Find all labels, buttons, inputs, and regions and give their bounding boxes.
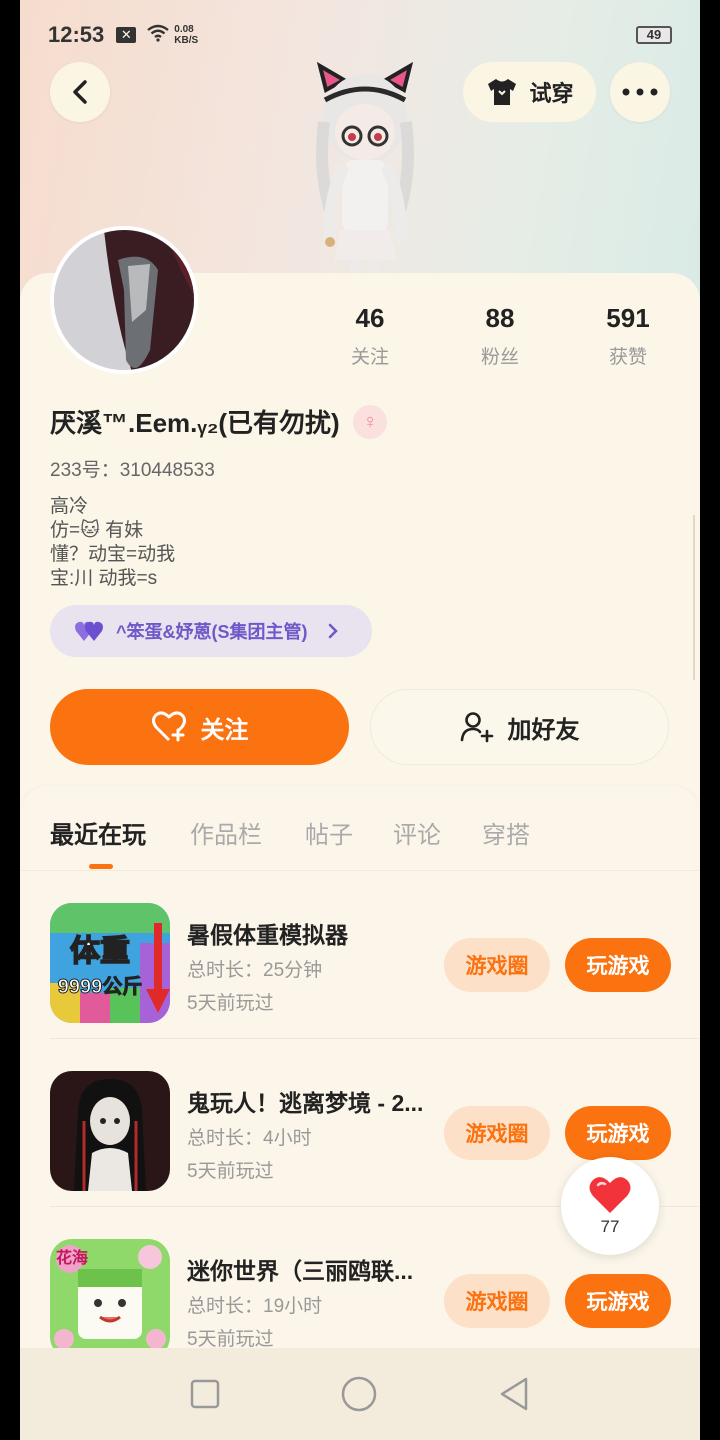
try-on-label: 试穿	[529, 81, 574, 106]
recent-apps-button[interactable]	[190, 1379, 220, 1409]
game-icon-text: 9999公斤	[58, 975, 143, 998]
battery-icon: 49	[636, 26, 672, 44]
game-icon: 花海	[50, 1239, 170, 1359]
play-game-button[interactable]: 玩游戏	[565, 1106, 671, 1160]
likes-count: 591	[606, 303, 650, 333]
like-button[interactable]: 77	[561, 1157, 659, 1255]
bio-line: 仿=🐱 有妹	[50, 520, 144, 541]
likes-label: 获赞	[608, 347, 647, 368]
chevron-right-icon	[328, 623, 338, 639]
tab-recent-games[interactable]: 最近在玩	[50, 815, 146, 850]
more-dots-icon	[622, 88, 658, 96]
follow-label: 关注	[200, 716, 249, 744]
game-row[interactable]: 体重 9999公斤 暑假体重模拟器 总时长：25分钟 5天前玩过 游戏圈 玩游戏	[20, 871, 700, 1039]
tab-works[interactable]: 作品栏	[190, 815, 262, 850]
game-last-played: 5天前玩过	[187, 1161, 274, 1182]
profile-name: 厌溪™.Eem.ᵧ₂(已有勿扰)	[50, 408, 340, 438]
game-duration: 总时长：4小时	[187, 1128, 312, 1149]
tab-indicator	[89, 864, 113, 869]
profile-screen: 12:53 ✕ 0.08 KB/S 49 试穿 46 关注 88 粉丝 591 …	[20, 0, 700, 1440]
group-label: ^笨蛋&妤蒽(S集团主管)	[116, 622, 308, 642]
profile-bio: 高冷 仿=🐱 有妹 懂？动宝=动我 宝:川 动我=s	[50, 495, 175, 591]
group-link[interactable]: ^笨蛋&妤蒽(S集团主管)	[50, 605, 372, 657]
followers-label: 粉丝	[480, 347, 519, 368]
avatar-character[interactable]	[300, 60, 430, 275]
net-speed-value: 0.08	[174, 24, 194, 35]
shirt-icon	[488, 79, 517, 105]
play-game-button[interactable]: 玩游戏	[565, 1274, 671, 1328]
game-title: 鬼玩人！逃离梦境 - 2...	[187, 1090, 424, 1116]
status-bar: 12:53 ✕ 0.08 KB/S 49	[48, 18, 672, 52]
double-heart-icon	[75, 621, 103, 641]
heart-plus-icon	[151, 711, 186, 742]
female-gender-icon: ♀	[353, 405, 387, 439]
following-count: 46	[355, 303, 385, 333]
game-circle-button[interactable]: 游戏圈	[444, 1106, 550, 1160]
profile-id: 233号：310448533	[50, 460, 215, 481]
wifi-icon	[146, 24, 170, 47]
back-button[interactable]	[50, 62, 110, 122]
stat-following[interactable]: 46 关注	[325, 303, 415, 369]
net-speed-unit: KB/S	[174, 35, 199, 46]
tab-outfits[interactable]: 穿搭	[482, 815, 530, 850]
game-icon-text: 花海	[56, 1248, 88, 1267]
heart-icon	[589, 1177, 631, 1213]
game-icon-text: 体重	[70, 935, 130, 968]
stat-followers[interactable]: 88 粉丝	[455, 303, 545, 369]
play-game-button[interactable]: 玩游戏	[565, 938, 671, 992]
following-label: 关注	[350, 347, 389, 368]
tab-comments[interactable]: 评论	[393, 815, 441, 850]
sim-icon: ✕	[116, 27, 137, 43]
bio-line: 懂？动宝=动我	[50, 544, 176, 565]
game-title: 暑假体重模拟器	[187, 922, 348, 948]
followers-count: 88	[485, 303, 515, 333]
game-icon: 体重 9999公斤	[50, 903, 170, 1023]
game-last-played: 5天前玩过	[187, 1329, 274, 1350]
add-friend-button[interactable]: 加好友	[370, 689, 669, 765]
try-on-button[interactable]: 试穿	[463, 62, 596, 122]
back-nav-button[interactable]	[498, 1377, 530, 1411]
like-count: 77	[600, 1217, 620, 1236]
game-icon	[50, 1071, 170, 1191]
home-button[interactable]	[341, 1376, 377, 1412]
tab-posts[interactable]: 帖子	[305, 815, 353, 850]
chevron-left-icon	[73, 80, 87, 104]
game-duration: 总时长：19小时	[187, 1296, 323, 1317]
bio-line: 高冷	[50, 496, 89, 517]
status-time: 12:53	[48, 22, 105, 47]
game-last-played: 5天前玩过	[187, 993, 274, 1014]
system-nav-bar	[20, 1348, 700, 1440]
more-options-button[interactable]	[610, 62, 670, 122]
game-title: 迷你世界（三丽鸥联...	[187, 1258, 414, 1284]
game-duration: 总时长：25分钟	[187, 960, 323, 981]
bio-line: 宝:川 动我=s	[50, 568, 158, 589]
follow-button[interactable]: 关注	[50, 689, 349, 765]
stat-likes[interactable]: 591 获赞	[583, 303, 673, 369]
add-person-icon	[460, 712, 493, 743]
game-circle-button[interactable]: 游戏圈	[444, 1274, 550, 1328]
profile-avatar[interactable]	[50, 226, 198, 374]
scrollbar	[693, 515, 697, 680]
game-circle-button[interactable]: 游戏圈	[444, 938, 550, 992]
net-speed: 0.08 KB/S	[174, 24, 198, 46]
add-friend-label: 加好友	[507, 716, 580, 744]
